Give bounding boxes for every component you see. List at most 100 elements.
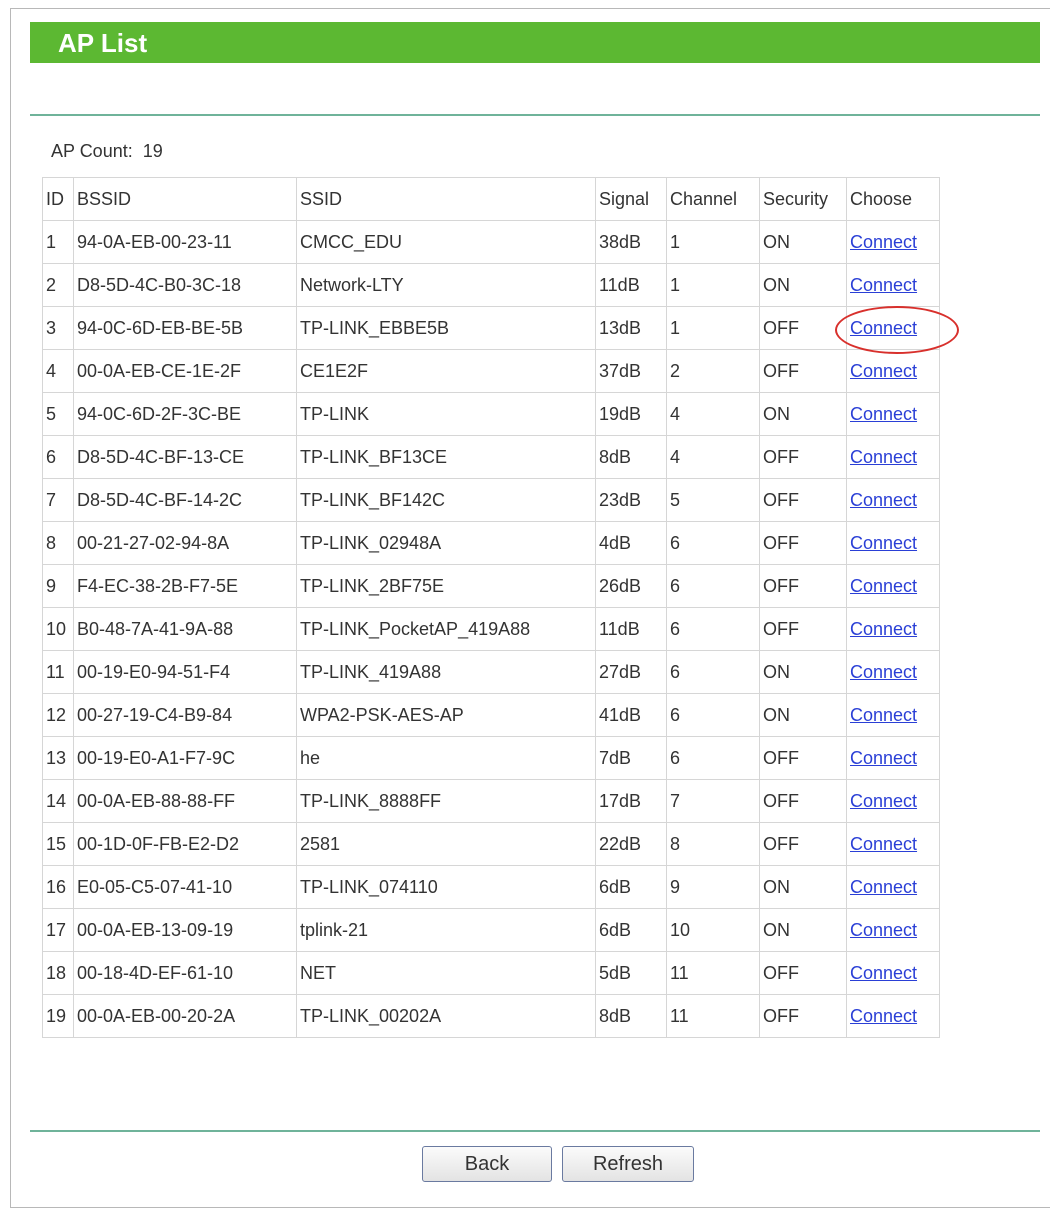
cell-choose: Connect <box>846 607 940 651</box>
cell-security: OFF <box>759 306 847 350</box>
connect-link[interactable]: Connect <box>850 533 917 553</box>
table-row: 18 00-18-4D-EF-61-10 NET 5dB 11 OFF Connect <box>42 951 940 995</box>
cell-signal: 22dB <box>595 822 667 866</box>
cell-channel: 1 <box>666 220 760 264</box>
cell-bssid: 00-0A-EB-CE-1E-2F <box>73 349 297 393</box>
cell-bssid: F4-EC-38-2B-F7-5E <box>73 564 297 608</box>
cell-bssid: 00-19-E0-A1-F7-9C <box>73 736 297 780</box>
ap-table-body: 1 94-0A-EB-00-23-11 CMCC_EDU 38dB 1 ON Connect… <box>42 220 940 1038</box>
connect-link[interactable]: Connect <box>850 619 917 639</box>
cell-bssid: B0-48-7A-41-9A-88 <box>73 607 297 651</box>
cell-choose: Connect <box>846 521 940 565</box>
cell-ssid: NET <box>296 951 596 995</box>
ap-count-label: AP Count: <box>51 141 133 161</box>
cell-channel: 7 <box>666 779 760 823</box>
back-button[interactable]: Back <box>422 1146 552 1182</box>
cell-choose: Connect <box>846 951 940 995</box>
cell-choose: Connect <box>846 822 940 866</box>
cell-channel: 8 <box>666 822 760 866</box>
cell-signal: 6dB <box>595 908 667 952</box>
connect-link[interactable]: Connect <box>850 963 917 983</box>
cell-signal: 38dB <box>595 220 667 264</box>
cell-ssid: TP-LINK_EBBE5B <box>296 306 596 350</box>
cell-id: 7 <box>42 478 74 522</box>
table-row: 12 00-27-19-C4-B9-84 WPA2-PSK-AES-AP 41dB 6 O… <box>42 693 940 737</box>
cell-id: 2 <box>42 263 74 307</box>
connect-link[interactable]: Connect <box>850 791 917 811</box>
cell-security: ON <box>759 263 847 307</box>
highlight-circle <box>835 306 959 354</box>
cell-id: 15 <box>42 822 74 866</box>
cell-signal: 11dB <box>595 607 667 651</box>
table-row: 17 00-0A-EB-13-09-19 tplink-21 6dB 10 ON Conne… <box>42 908 940 952</box>
cell-ssid: TP-LINK_074110 <box>296 865 596 909</box>
cell-ssid: he <box>296 736 596 780</box>
table-row: 11 00-19-E0-94-51-F4 TP-LINK_419A88 27dB 6 ON… <box>42 650 940 694</box>
cell-signal: 11dB <box>595 263 667 307</box>
connect-link[interactable]: Connect <box>850 920 917 940</box>
cell-id: 9 <box>42 564 74 608</box>
cell-id: 13 <box>42 736 74 780</box>
cell-security: OFF <box>759 435 847 479</box>
cell-choose: Connect <box>846 392 940 436</box>
cell-bssid: E0-05-C5-07-41-10 <box>73 865 297 909</box>
cell-id: 10 <box>42 607 74 651</box>
table-header-row: ID BSSID SSID Signal Channel Security Ch… <box>42 177 940 221</box>
cell-choose: Connect <box>846 779 940 823</box>
title-bar: AP List <box>30 22 1040 63</box>
cell-security: OFF <box>759 951 847 995</box>
table-row: 1 94-0A-EB-00-23-11 CMCC_EDU 38dB 1 ON Connect <box>42 220 940 264</box>
cell-ssid: TP-LINK_8888FF <box>296 779 596 823</box>
cell-id: 19 <box>42 994 74 1038</box>
connect-link[interactable]: Connect <box>850 361 917 381</box>
cell-ssid: Network-LTY <box>296 263 596 307</box>
connect-link[interactable]: Connect <box>850 447 917 467</box>
cell-ssid: TP-LINK_PocketAP_419A88 <box>296 607 596 651</box>
cell-security: OFF <box>759 994 847 1038</box>
cell-signal: 8dB <box>595 994 667 1038</box>
refresh-button[interactable]: Refresh <box>562 1146 694 1182</box>
cell-security: OFF <box>759 349 847 393</box>
table-row: 4 00-0A-EB-CE-1E-2F CE1E2F 37dB 2 OFF Connect <box>42 349 940 393</box>
cell-bssid: 00-1D-0F-FB-E2-D2 <box>73 822 297 866</box>
connect-link[interactable]: Connect <box>850 834 917 854</box>
cell-id: 17 <box>42 908 74 952</box>
cell-signal: 17dB <box>595 779 667 823</box>
cell-choose: Connect <box>846 435 940 479</box>
cell-choose: Connect <box>846 263 940 307</box>
column-header-security: Security <box>759 177 847 221</box>
connect-link[interactable]: Connect <box>850 662 917 682</box>
cell-ssid: TP-LINK_00202A <box>296 994 596 1038</box>
connect-link[interactable]: Connect <box>850 275 917 295</box>
connect-link[interactable]: Connect <box>850 576 917 596</box>
cell-choose: Connect <box>846 736 940 780</box>
table-row: 16 E0-05-C5-07-41-10 TP-LINK_074110 6dB 9 ON C… <box>42 865 940 909</box>
cell-security: OFF <box>759 521 847 565</box>
cell-choose: Connect <box>846 478 940 522</box>
cell-signal: 4dB <box>595 521 667 565</box>
cell-id: 11 <box>42 650 74 694</box>
cell-signal: 41dB <box>595 693 667 737</box>
connect-link[interactable]: Connect <box>850 748 917 768</box>
cell-security: ON <box>759 693 847 737</box>
cell-bssid: D8-5D-4C-B0-3C-18 <box>73 263 297 307</box>
connect-link[interactable]: Connect <box>850 490 917 510</box>
cell-channel: 6 <box>666 521 760 565</box>
connect-link[interactable]: Connect <box>850 232 917 252</box>
connect-link[interactable]: Connect <box>850 705 917 725</box>
connect-link[interactable]: Connect <box>850 1006 917 1026</box>
column-header-bssid: BSSID <box>73 177 297 221</box>
cell-security: OFF <box>759 564 847 608</box>
connect-link[interactable]: Connect <box>850 404 917 424</box>
cell-security: OFF <box>759 736 847 780</box>
connect-link[interactable]: Connect <box>850 877 917 897</box>
page-title: AP List <box>58 28 148 58</box>
table-row: 10 B0-48-7A-41-9A-88 TP-LINK_PocketAP_419A… <box>42 607 940 651</box>
cell-choose: Connect <box>846 349 940 393</box>
table-row: 13 00-19-E0-A1-F7-9C he 7dB 6 OFF Connect <box>42 736 940 780</box>
column-header-id: ID <box>42 177 74 221</box>
cell-id: 4 <box>42 349 74 393</box>
cell-ssid: CMCC_EDU <box>296 220 596 264</box>
cell-ssid: TP-LINK_BF142C <box>296 478 596 522</box>
table-row: 14 00-0A-EB-88-88-FF TP-LINK_8888FF 17dB 7 OF… <box>42 779 940 823</box>
